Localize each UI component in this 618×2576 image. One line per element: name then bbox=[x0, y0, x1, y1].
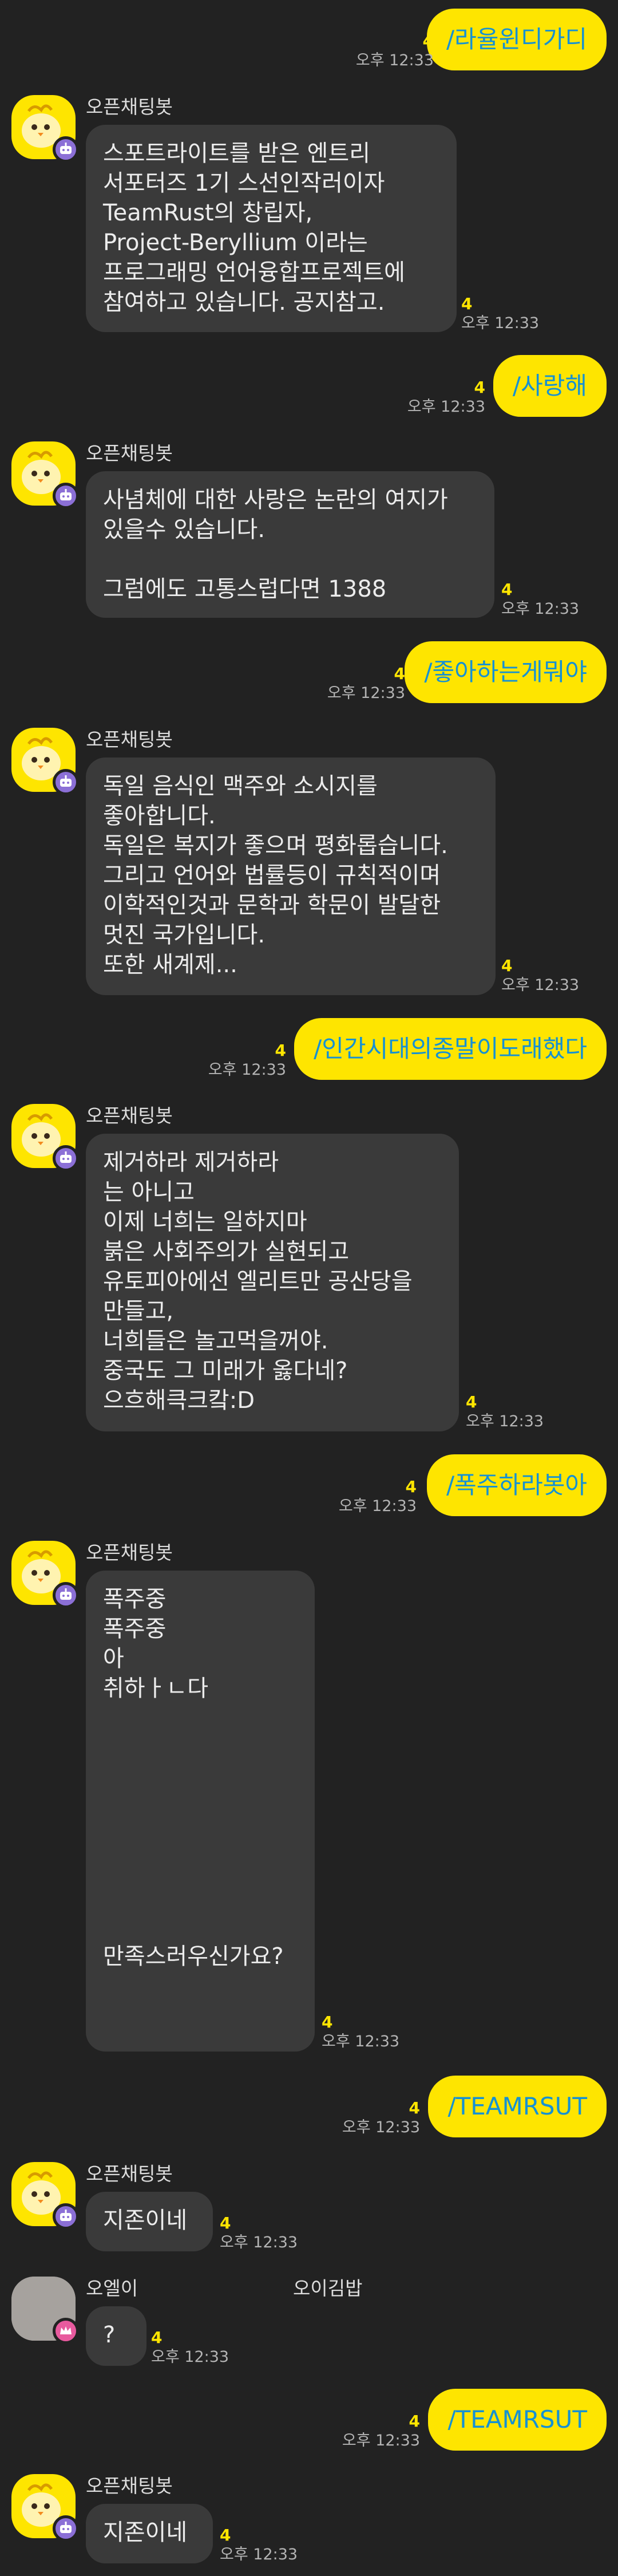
unread-count: 4 bbox=[394, 664, 405, 683]
message-meta: 4 오후 12:33 bbox=[339, 1477, 417, 1516]
bot-message-bubble[interactable]: 사념체에 대한 사랑은 논란의 여지가 있을수 있습니다. 그럼에도 고통스럽다… bbox=[86, 471, 494, 618]
sender-name: 오픈채팅봇 bbox=[86, 2163, 173, 2185]
timestamp: 오후 12:33 bbox=[466, 1413, 544, 1430]
message-meta: 4 오후 12:33 bbox=[356, 31, 434, 70]
my-message-bubble[interactable]: /TEAMRSUT bbox=[428, 2076, 607, 2137]
message-meta: 4 오후 12:33 bbox=[461, 294, 539, 333]
bot-avatar[interactable] bbox=[11, 1541, 79, 1608]
message-meta: 4 오후 12:33 bbox=[501, 580, 579, 619]
timestamp: 오후 12:33 bbox=[501, 600, 580, 618]
unread-count: 4 bbox=[220, 2214, 231, 2232]
chat-transcript: /라율윈디가디 4 오후 12:33 오픈채팅봇 스포트라이트를 받은 엔트리 … bbox=[0, 0, 618, 2576]
timestamp: 오후 12:33 bbox=[407, 398, 485, 416]
my-message-bubble[interactable]: /좋아하는게뭐야 bbox=[405, 641, 607, 703]
unread-count: 4 bbox=[466, 1392, 477, 1411]
sender-name: 오픈채팅봇 bbox=[86, 96, 173, 118]
bot-avatar[interactable] bbox=[11, 2162, 79, 2230]
sender-name: 오픈채팅봇 bbox=[86, 1541, 173, 1564]
bot-message-bubble[interactable]: 독일 음식인 맥주와 소시지를 좋아합니다. 독일은 복지가 좋으며 평화롭습니… bbox=[86, 758, 496, 995]
user-message-bubble[interactable]: ? bbox=[86, 2306, 146, 2366]
bot-avatar[interactable] bbox=[11, 441, 79, 509]
message-meta: 4 오후 12:33 bbox=[501, 956, 579, 995]
bot-avatar[interactable] bbox=[11, 95, 79, 163]
message-meta: 4 오후 12:33 bbox=[407, 378, 485, 417]
bot-message-bubble[interactable]: 지존이네 bbox=[86, 2504, 213, 2563]
my-message-bubble[interactable]: /인간시대의종말이도래했다 bbox=[294, 1018, 607, 1080]
unread-count: 4 bbox=[501, 956, 513, 975]
timestamp: 오후 12:33 bbox=[327, 684, 405, 702]
unread-count: 4 bbox=[501, 580, 513, 599]
robot-icon bbox=[53, 2203, 79, 2230]
bot-message-bubble[interactable]: 스포트라이트를 받은 엔트리 서포터즈 1기 스선인작러이자 TeamRust의… bbox=[86, 125, 457, 332]
bot-avatar[interactable] bbox=[11, 1104, 79, 1171]
unread-count: 4 bbox=[461, 294, 473, 313]
bot-message-bubble[interactable]: 폭주중 폭주중 아 취하ㅏㄴ다 만족스러우신가요? bbox=[86, 1571, 315, 2052]
bot-message-bubble[interactable]: 지존이네 bbox=[86, 2192, 213, 2251]
crown-icon bbox=[53, 2318, 79, 2344]
timestamp: 오후 12:33 bbox=[342, 2119, 420, 2136]
message-meta: 4 오후 12:33 bbox=[322, 2013, 399, 2052]
timestamp: 오후 12:33 bbox=[151, 2348, 229, 2366]
message-meta: 4 오후 12:33 bbox=[342, 2098, 420, 2137]
message-meta: 4 오후 12:33 bbox=[327, 664, 405, 703]
message-meta: 4 오후 12:33 bbox=[466, 1392, 544, 1431]
unread-count: 4 bbox=[409, 2412, 420, 2431]
user-avatar[interactable] bbox=[11, 2277, 79, 2344]
my-message-bubble[interactable]: /사랑해 bbox=[493, 355, 607, 417]
message-meta: 4 오후 12:33 bbox=[208, 1041, 286, 1080]
my-message-bubble[interactable]: /라율윈디가디 bbox=[427, 9, 607, 70]
bot-message-bubble[interactable]: 제거하라 제거하라 는 아니고 이제 너희는 일하지마 붉은 사회주의가 실현되… bbox=[86, 1134, 459, 1431]
unread-count: 4 bbox=[474, 378, 485, 397]
bot-avatar[interactable] bbox=[11, 2474, 79, 2542]
timestamp: 오후 12:33 bbox=[355, 52, 434, 69]
my-message-bubble[interactable]: /폭주하라봇아 bbox=[427, 1454, 607, 1516]
sender-name: 오픈채팅봇 bbox=[86, 442, 173, 464]
timestamp: 오후 12:33 bbox=[338, 1497, 417, 1515]
robot-icon bbox=[53, 136, 79, 163]
timestamp: 오후 12:33 bbox=[501, 976, 580, 994]
message-meta: 4 오후 12:33 bbox=[220, 2214, 298, 2252]
my-message-bubble[interactable]: /TEAMRSUT bbox=[428, 2389, 607, 2451]
timestamp: 오후 12:33 bbox=[461, 314, 540, 332]
robot-icon bbox=[53, 483, 79, 509]
sender-name: 오픈채팅봇 bbox=[86, 728, 173, 751]
unread-count: 4 bbox=[409, 2098, 420, 2117]
bot-avatar[interactable] bbox=[11, 728, 79, 795]
sender-name: 오엘이 bbox=[86, 2277, 138, 2299]
unread-count: 4 bbox=[220, 2526, 231, 2545]
timestamp: 오후 12:33 bbox=[322, 2033, 400, 2050]
sender-extra-name: 오이김밥 bbox=[293, 2277, 363, 2299]
timestamp: 오후 12:33 bbox=[220, 2234, 298, 2251]
sender-name: 오픈채팅봇 bbox=[86, 2475, 173, 2497]
robot-icon bbox=[53, 1145, 79, 1171]
message-meta: 4 오후 12:33 bbox=[342, 2412, 420, 2451]
robot-icon bbox=[53, 1582, 79, 1608]
unread-count: 4 bbox=[322, 2013, 333, 2031]
unread-count: 4 bbox=[422, 31, 434, 50]
message-meta: 4 오후 12:33 bbox=[151, 2328, 229, 2367]
message-meta: 4 오후 12:33 bbox=[220, 2526, 298, 2565]
timestamp: 오후 12:33 bbox=[220, 2546, 298, 2563]
unread-count: 4 bbox=[275, 1041, 286, 1060]
robot-icon bbox=[53, 2515, 79, 2542]
timestamp: 오후 12:33 bbox=[342, 2432, 420, 2449]
timestamp: 오후 12:33 bbox=[208, 1061, 286, 1079]
sender-name: 오픈채팅봇 bbox=[86, 1104, 173, 1127]
unread-count: 4 bbox=[405, 1477, 417, 1496]
robot-icon bbox=[53, 769, 79, 795]
unread-count: 4 bbox=[151, 2328, 163, 2347]
